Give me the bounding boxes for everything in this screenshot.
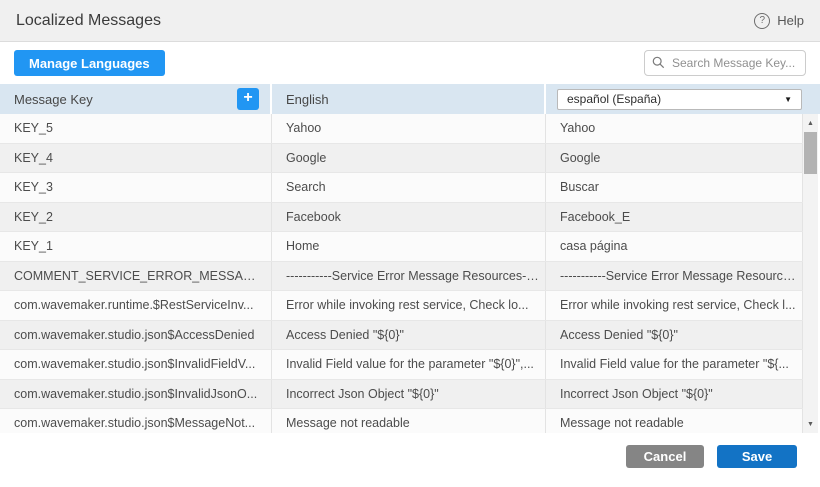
cell-message-key[interactable]: KEY_3 [0, 173, 272, 202]
help-button[interactable]: ? Help [754, 13, 804, 29]
help-label: Help [777, 13, 804, 28]
table-row: com.wavemaker.studio.json$InvalidJsonO..… [0, 380, 803, 410]
cell-translation[interactable]: Yahoo [546, 114, 803, 143]
plus-icon: + [243, 90, 252, 106]
cell-translation[interactable]: Facebook_E [546, 203, 803, 232]
footer: Cancel Save [0, 433, 820, 487]
cell-english[interactable]: Access Denied "${0}" [272, 321, 546, 350]
help-icon: ? [754, 13, 770, 29]
table-row: com.wavemaker.runtime.$RestServiceInv...… [0, 291, 803, 321]
column-header-language: español (España) ▼ [546, 84, 803, 114]
table-row: com.wavemaker.studio.json$MessageNot... … [0, 409, 803, 433]
cell-english[interactable]: Invalid Field value for the parameter "$… [272, 350, 546, 379]
cell-english[interactable]: Google [272, 144, 546, 173]
chevron-down-icon: ▼ [784, 95, 792, 104]
search-icon [652, 56, 665, 69]
cell-translation[interactable]: Google [546, 144, 803, 173]
table-row: com.wavemaker.studio.json$AccessDenied A… [0, 321, 803, 351]
table-row: KEY_3 Search Buscar [0, 173, 803, 203]
cell-english[interactable]: Error while invoking rest service, Check… [272, 291, 546, 320]
manage-languages-button[interactable]: Manage Languages [14, 50, 165, 76]
cell-translation[interactable]: Message not readable [546, 409, 803, 433]
table-header: Message Key + English español (España) ▼ [0, 84, 820, 114]
cell-message-key[interactable]: KEY_4 [0, 144, 272, 173]
cell-english[interactable]: Search [272, 173, 546, 202]
localized-messages-dialog: Localized Messages ? Help Manage Languag… [0, 0, 820, 487]
cell-translation[interactable]: Buscar [546, 173, 803, 202]
cell-message-key[interactable]: com.wavemaker.studio.json$AccessDenied [0, 321, 272, 350]
table-row: KEY_4 Google Google [0, 144, 803, 174]
cell-message-key[interactable]: KEY_1 [0, 232, 272, 261]
cell-english[interactable]: Yahoo [272, 114, 546, 143]
toolbar: Manage Languages [0, 42, 820, 84]
table-row: KEY_2 Facebook Facebook_E [0, 203, 803, 233]
cell-translation[interactable]: Error while invoking rest service, Check… [546, 291, 803, 320]
scroll-up-button[interactable]: ▲ [803, 116, 818, 130]
table-rows: KEY_5 Yahoo Yahoo KEY_4 Google Google KE… [0, 114, 803, 433]
cell-message-key[interactable]: com.wavemaker.studio.json$InvalidJsonO..… [0, 380, 272, 409]
cell-message-key[interactable]: com.wavemaker.runtime.$RestServiceInv... [0, 291, 272, 320]
cell-english[interactable]: Home [272, 232, 546, 261]
language-select[interactable]: español (España) ▼ [557, 89, 802, 110]
table-row: KEY_5 Yahoo Yahoo [0, 114, 803, 144]
cell-message-key[interactable]: com.wavemaker.studio.json$InvalidFieldV.… [0, 350, 272, 379]
table-body: KEY_5 Yahoo Yahoo KEY_4 Google Google KE… [0, 114, 820, 433]
search-box [644, 50, 806, 76]
cell-english[interactable]: -----------Service Error Message Resourc… [272, 262, 546, 291]
table-row: COMMENT_SERVICE_ERROR_MESSAGES ---------… [0, 262, 803, 292]
save-button[interactable]: Save [717, 445, 797, 468]
cell-translation[interactable]: -----------Service Error Message Resourc… [546, 262, 803, 291]
language-select-value: español (España) [567, 92, 661, 106]
titlebar: Localized Messages ? Help [0, 0, 820, 42]
cell-english[interactable]: Incorrect Json Object "${0}" [272, 380, 546, 409]
vertical-scrollbar[interactable]: ▲ ▼ [803, 114, 818, 433]
cell-translation[interactable]: Invalid Field value for the parameter "$… [546, 350, 803, 379]
cell-translation[interactable]: Access Denied "${0}" [546, 321, 803, 350]
cell-message-key[interactable]: KEY_5 [0, 114, 272, 143]
cell-translation[interactable]: Incorrect Json Object "${0}" [546, 380, 803, 409]
cell-english[interactable]: Message not readable [272, 409, 546, 433]
column-header-message-key: Message Key + [0, 84, 272, 114]
message-key-label: Message Key [14, 92, 93, 107]
scroll-down-button[interactable]: ▼ [803, 417, 818, 431]
column-header-english: English [272, 84, 546, 114]
cell-message-key[interactable]: COMMENT_SERVICE_ERROR_MESSAGES [0, 262, 272, 291]
add-key-button[interactable]: + [237, 88, 259, 110]
cancel-button[interactable]: Cancel [626, 445, 704, 468]
cell-english[interactable]: Facebook [272, 203, 546, 232]
table-row: KEY_1 Home casa página [0, 232, 803, 262]
header-scrollbar-gap [803, 84, 820, 114]
table-row: com.wavemaker.studio.json$InvalidFieldV.… [0, 350, 803, 380]
english-label: English [286, 92, 329, 107]
cell-message-key[interactable]: KEY_2 [0, 203, 272, 232]
scrollbar-thumb[interactable] [804, 132, 817, 174]
cell-translation[interactable]: casa página [546, 232, 803, 261]
cell-message-key[interactable]: com.wavemaker.studio.json$MessageNot... [0, 409, 272, 433]
page-title: Localized Messages [16, 12, 161, 30]
search-input[interactable] [644, 50, 806, 76]
